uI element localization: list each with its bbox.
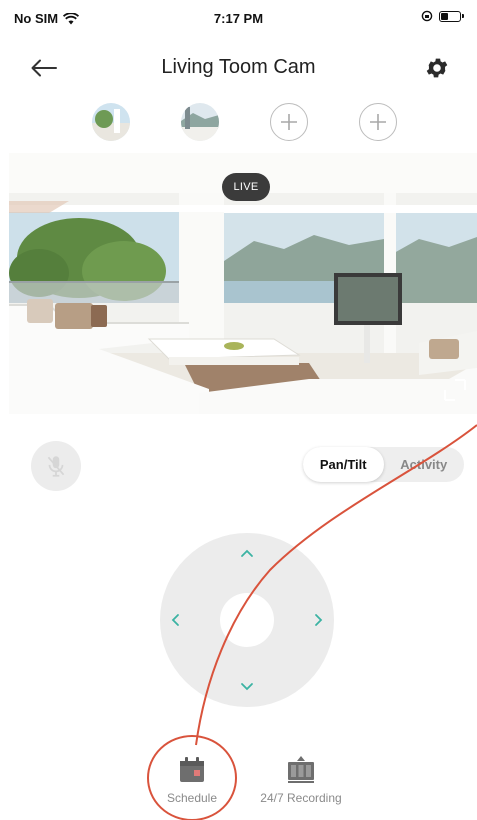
camera-thumbnail-image <box>181 103 219 141</box>
mode-toggle: Pan/Tilt Activity <box>303 447 464 482</box>
live-badge: LIVE <box>222 173 270 201</box>
chevron-up-icon <box>241 549 253 557</box>
pan-left-button[interactable] <box>163 608 187 632</box>
bottom-bar: Schedule 24/7 Recording <box>0 755 477 815</box>
plus-icon <box>370 114 386 130</box>
tilt-down-button[interactable] <box>235 675 259 699</box>
camera-selector <box>0 103 477 143</box>
add-camera-button[interactable] <box>359 103 397 141</box>
fullscreen-button[interactable] <box>443 378 467 402</box>
plus-icon <box>281 114 297 130</box>
settings-button[interactable] <box>419 50 455 86</box>
back-arrow-icon <box>31 59 57 77</box>
page-title: Living Toom Cam <box>161 56 316 78</box>
pan-tilt-pad <box>160 533 334 707</box>
status-time: 7:17 PM <box>213 11 264 26</box>
live-video-feed[interactable]: LIVE <box>9 153 477 414</box>
status-right <box>421 10 464 22</box>
recording-icon <box>288 756 314 783</box>
orientation-lock-icon <box>421 10 433 22</box>
tilt-up-button[interactable] <box>235 541 259 565</box>
status-bar: No SIM 7:17 PM <box>0 0 477 36</box>
fullscreen-icon <box>444 379 466 401</box>
tab-pan-tilt[interactable]: Pan/Tilt <box>303 447 384 482</box>
recording-label: 24/7 Recording <box>260 791 342 805</box>
pan-right-button[interactable] <box>307 608 331 632</box>
camera-thumbnail[interactable] <box>92 103 130 141</box>
schedule-label: Schedule <box>166 791 218 805</box>
add-camera-button[interactable] <box>270 103 308 141</box>
header: Living Toom Cam <box>0 44 477 92</box>
back-button[interactable] <box>26 52 62 84</box>
calendar-icon <box>180 757 204 782</box>
chevron-right-icon <box>315 614 323 626</box>
microphone-button[interactable] <box>31 441 81 491</box>
battery-icon <box>439 10 464 22</box>
chevron-left-icon <box>171 614 179 626</box>
schedule-button[interactable]: Schedule <box>158 755 226 805</box>
tab-activity[interactable]: Activity <box>384 447 465 482</box>
mic-muted-icon <box>47 456 65 477</box>
gear-icon <box>426 58 448 78</box>
chevron-down-icon <box>241 683 253 691</box>
camera-thumbnail-image <box>92 103 130 141</box>
camera-thumbnail[interactable] <box>181 103 219 141</box>
recording-button[interactable]: 24/7 Recording <box>249 755 353 805</box>
pan-tilt-center-button[interactable] <box>220 593 274 647</box>
